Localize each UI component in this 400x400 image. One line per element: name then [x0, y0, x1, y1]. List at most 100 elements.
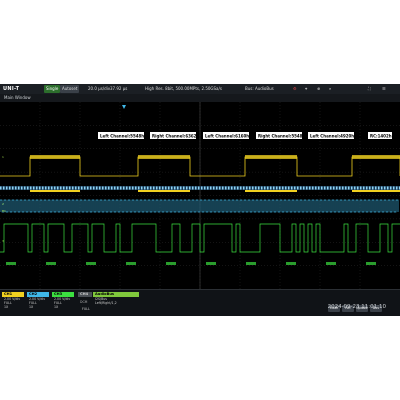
bus-bit: [90, 186, 92, 190]
ch3-bus-tick: [286, 262, 296, 265]
bus-bit: [291, 186, 293, 190]
ch2-level-marker: 2: [2, 202, 4, 206]
bus-bit: [48, 186, 50, 190]
search-icon[interactable]: ⌕: [329, 85, 331, 93]
oscilloscope-screen: UNI-T Single Autoset 20.0 µs/div 37.92 µ…: [0, 84, 400, 316]
bus-bit: [345, 186, 347, 190]
bus-bit: [78, 186, 80, 190]
bus-bit: [165, 186, 167, 190]
bus-bit: [12, 186, 14, 190]
bus-label: B1: [2, 209, 6, 213]
ch1-info-panel[interactable]: CH1 2.00 V/div FULL 1X: [2, 292, 24, 315]
menu-icon[interactable]: ☰: [382, 85, 386, 93]
bus-bit: [126, 186, 128, 190]
bus-bit: [162, 186, 164, 190]
bus-bit: [300, 186, 302, 190]
bus-bit: [195, 186, 197, 190]
bus-bit: [102, 186, 104, 190]
bus-mode: FULL: [82, 307, 90, 311]
bus-bit: [186, 186, 188, 190]
bus-bit: [336, 186, 338, 190]
waveform-plot[interactable]: Left Channel:5548h Right Channel:6362h Lef…: [0, 102, 400, 289]
bus-bit: [42, 186, 44, 190]
decode-label-row: Left Channel:5548h Right Channel:6362h Lef…: [98, 132, 392, 139]
bus-bit: [75, 186, 77, 190]
trigger-position-marker[interactable]: [122, 105, 126, 109]
graticule: [0, 102, 400, 289]
ch2-info-panel[interactable]: CH2 2.00 V/div FULL 1X: [27, 292, 49, 315]
ch3-bus-tick: [246, 262, 256, 265]
bus-bit: [105, 186, 107, 190]
bus-bit: [255, 186, 257, 190]
bus-bit: [303, 186, 305, 190]
bus-bit: [264, 186, 266, 190]
bus-bit: [342, 186, 344, 190]
time-offset-readout[interactable]: 37.92 µs: [110, 85, 127, 93]
bus-bit: [222, 186, 224, 190]
bus-bit: [177, 186, 179, 190]
bus-bit: [321, 186, 323, 190]
bus-bit: [192, 186, 194, 190]
bus-bit: [210, 186, 212, 190]
bus-bit: [21, 186, 23, 190]
bus-bit: [0, 186, 2, 190]
bus-bit: [354, 186, 356, 190]
bus-bit: [84, 186, 86, 190]
bus-bit: [96, 186, 98, 190]
acquire-readout[interactable]: High Res. 8bit, 500.00MPts, 2.50GSa/s: [145, 85, 222, 93]
bus-bit: [39, 186, 41, 190]
bus-bit: [390, 186, 392, 190]
ch3-bus-tick: [46, 262, 56, 265]
bus-bit: [201, 186, 203, 190]
bus-bit: [234, 186, 236, 190]
gear-icon[interactable]: ⚙: [293, 85, 297, 93]
bus-bit: [24, 186, 26, 190]
trigger-readout[interactable]: Bus: AudioBus: [245, 85, 274, 93]
run-mode-button[interactable]: Single: [44, 85, 61, 93]
ch1-burst: [138, 155, 190, 159]
bus-bit: [30, 186, 32, 190]
bus-bit: [54, 186, 56, 190]
ch1-burst: [30, 155, 80, 159]
channel-markers: [122, 105, 126, 109]
ch3-bus-tick: [206, 262, 216, 265]
bus-bit: [288, 186, 290, 190]
bus-bit: [366, 186, 368, 190]
autoset-button[interactable]: Autoset: [60, 85, 80, 93]
bus-bit: [285, 186, 287, 190]
fullscreen-icon[interactable]: ⛶: [368, 85, 371, 93]
bus-bit: [357, 186, 359, 190]
bus-bit: [159, 186, 161, 190]
bus-bit: [273, 186, 275, 190]
bus-bit: [243, 186, 245, 190]
bus-bit: [393, 186, 395, 190]
ch3-bus-tick: [366, 262, 376, 265]
bus-bit: [69, 186, 71, 190]
bus-bit: [297, 186, 299, 190]
cursor-icon[interactable]: ⌖: [305, 85, 307, 93]
decode-label-text: Left Channel:5548h: [100, 134, 144, 139]
bus-bit: [111, 186, 113, 190]
bus-bit: [33, 186, 35, 190]
ch2-trace: [0, 199, 399, 213]
bus-bit: [168, 186, 170, 190]
ch1-burst: [245, 155, 297, 159]
bus-bit: [327, 186, 329, 190]
bus-bit: [381, 186, 383, 190]
ch3-info-panel[interactable]: CH3 2.00 V/div FULL 1X: [52, 292, 74, 315]
bus-bit: [363, 186, 365, 190]
bus-bit: [129, 186, 131, 190]
decode-label-text: Left Channel:4920h: [310, 134, 354, 139]
bus-bit: [15, 186, 17, 190]
bus-bit: [396, 186, 398, 190]
bus-bit: [141, 186, 143, 190]
bus-bit: [9, 186, 11, 190]
ch3-trace: [0, 223, 400, 253]
decode-label-text: Left Channel:6160h: [205, 134, 249, 139]
timebase-readout[interactable]: 20.0 µs/div: [88, 85, 110, 93]
bus-mode-panel: FULL: [80, 307, 94, 316]
bus-info-panel[interactable]: AudioBus I2S/Bus Left/Right/1,2: [93, 292, 139, 315]
window-title: Main Window: [4, 95, 31, 100]
zoom-icon[interactable]: ⊕: [317, 85, 320, 93]
bus-bit: [312, 186, 314, 190]
